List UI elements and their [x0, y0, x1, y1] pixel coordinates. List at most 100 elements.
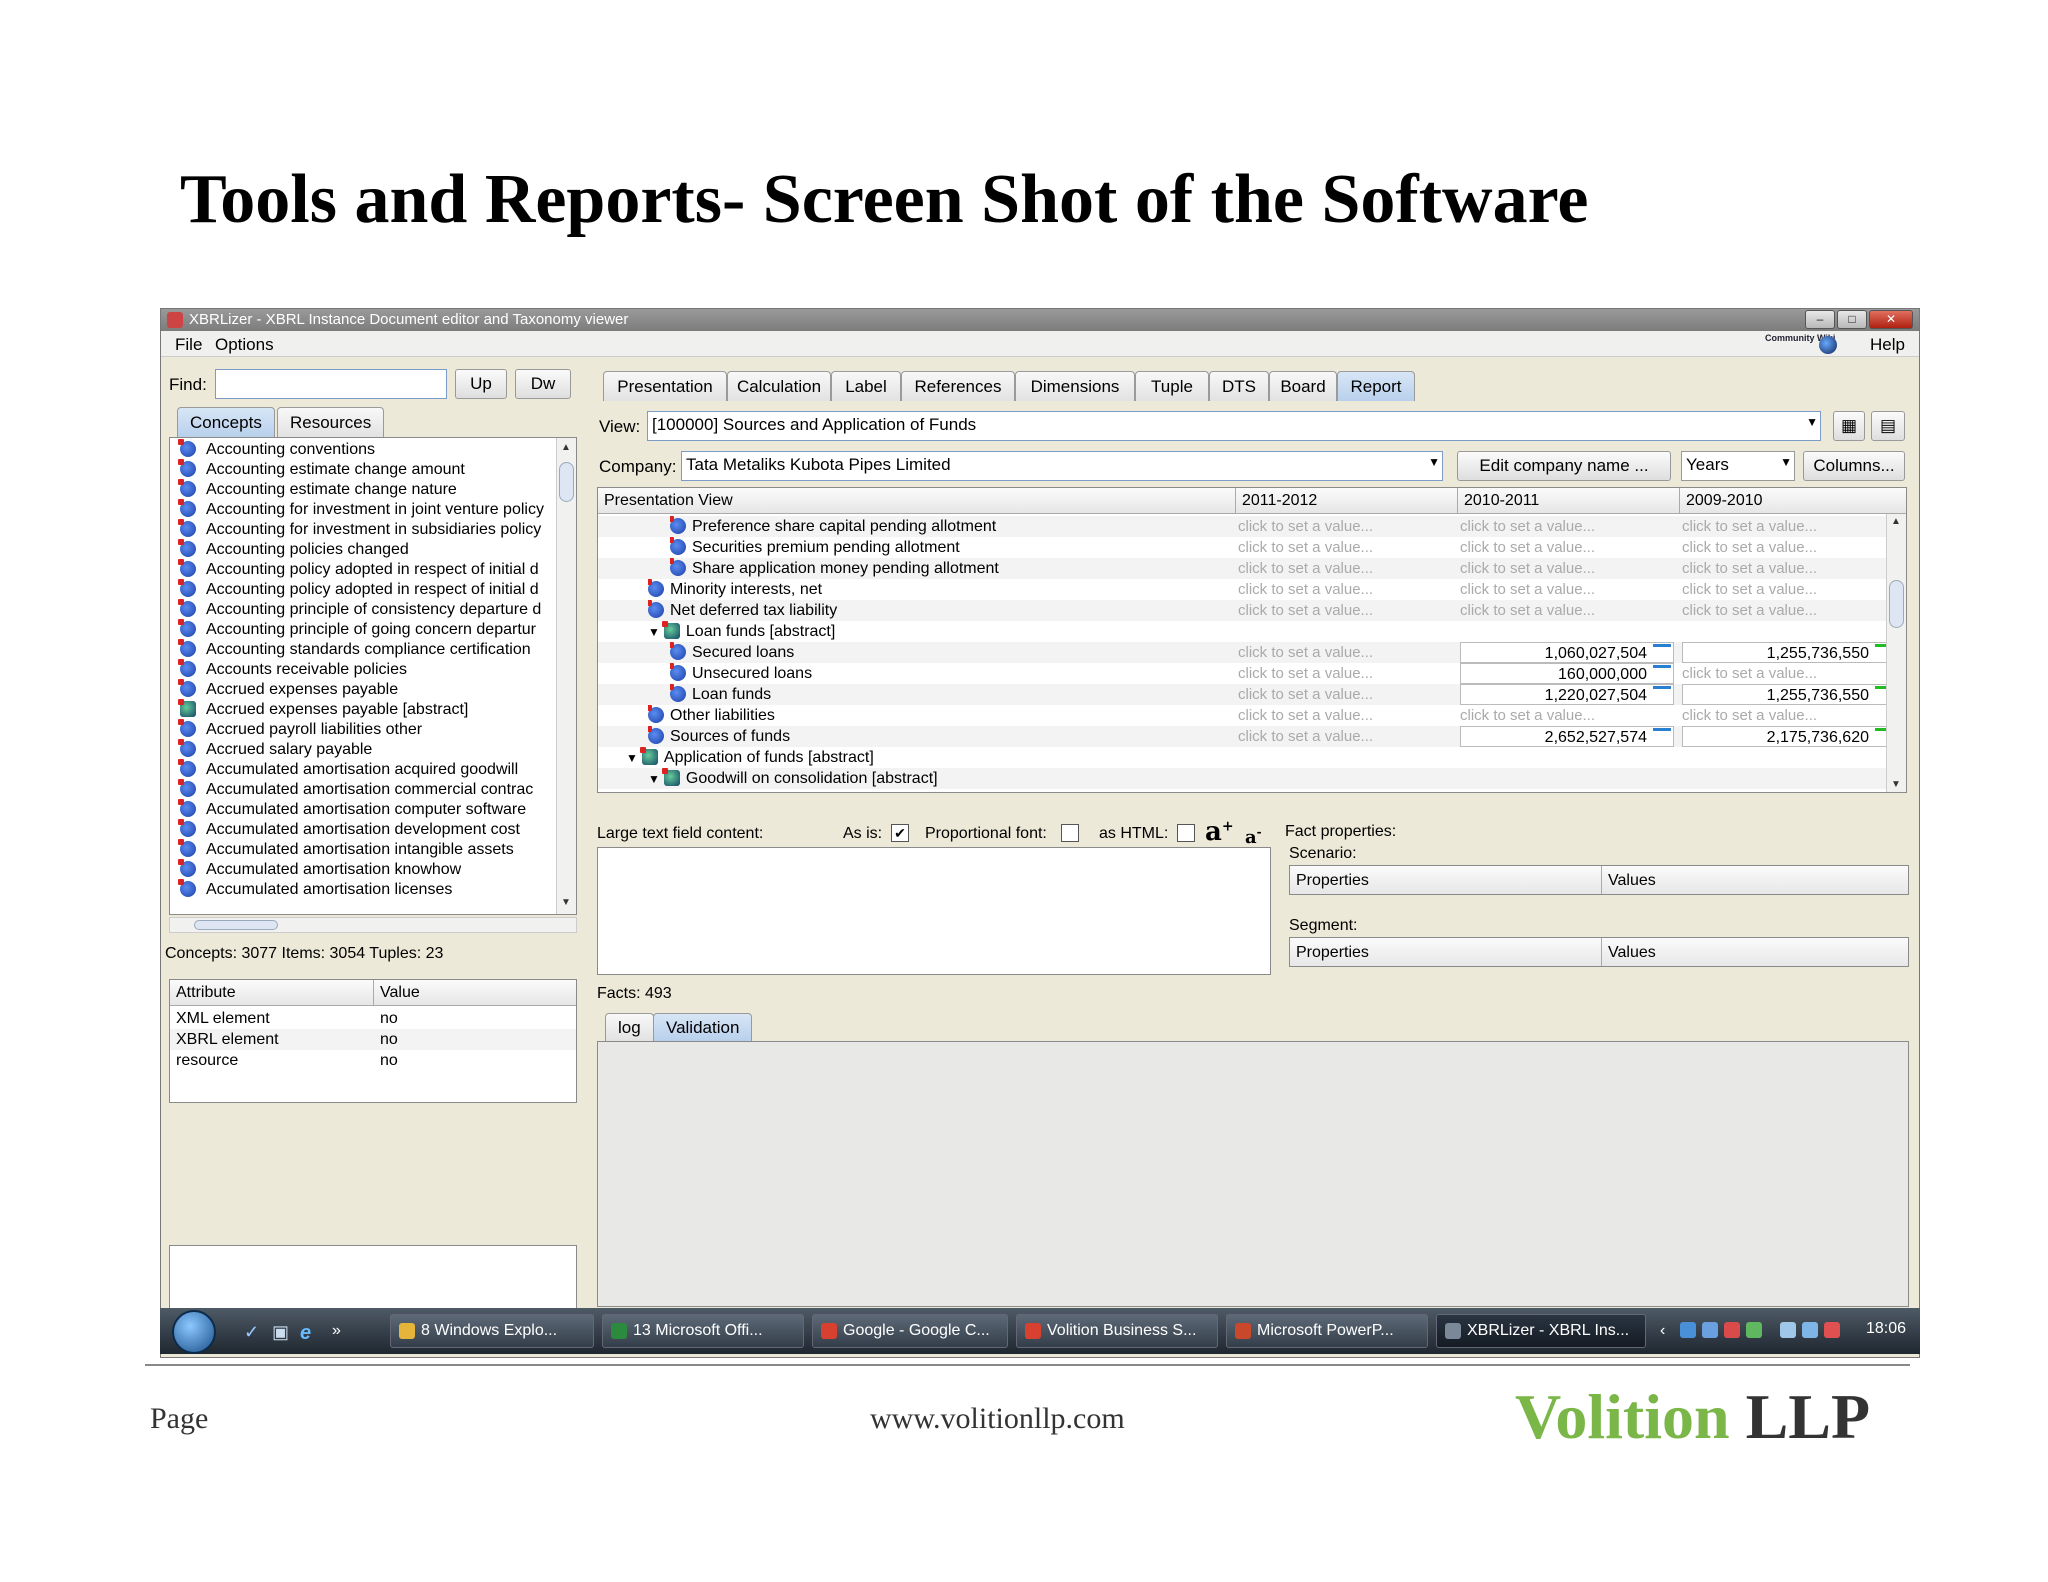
tray-update-icon[interactable]	[1702, 1322, 1718, 1338]
concept-item[interactable]: Accrued expenses payable [abstract]	[178, 699, 468, 720]
concept-item[interactable]: Accounting estimate change nature	[178, 479, 457, 500]
tray-battery-icon[interactable]	[1780, 1322, 1796, 1338]
concept-item[interactable]: Accounts receivable policies	[178, 659, 407, 680]
taskbar-item[interactable]: Microsoft PowerP...	[1226, 1314, 1428, 1348]
empty-value-cell[interactable]: click to set a value...	[1238, 537, 1452, 558]
report-grid[interactable]: Presentation View 2011-2012 2010-2011 20…	[597, 487, 1907, 793]
show-desktop-icon[interactable]: ✓	[244, 1322, 262, 1342]
chevron-down-icon[interactable]: ▼	[1806, 415, 1818, 429]
edit-company-button[interactable]: Edit company name ...	[1457, 451, 1671, 481]
empty-value-cell[interactable]: click to set a value...	[1682, 705, 1896, 726]
fact-value-cell[interactable]: 1,220,027,504	[1460, 684, 1674, 705]
notes-area[interactable]	[169, 1245, 577, 1309]
empty-value-cell[interactable]: click to set a value...	[1238, 642, 1452, 663]
fact-detail-icon[interactable]	[1653, 728, 1671, 744]
empty-value-cell[interactable]: click to set a value...	[1460, 600, 1674, 621]
table-row[interactable]: Sources of funds click to set a value... 2…	[598, 726, 1896, 747]
concept-item[interactable]: Accumulated amortisation computer softwa…	[178, 799, 526, 820]
attribute-row[interactable]: XML element no	[170, 1008, 576, 1029]
tab-label[interactable]: Label	[831, 371, 901, 401]
scroll-down-icon[interactable]: ▼	[561, 897, 571, 908]
community-wiki-button[interactable]: Community Wiki	[1765, 334, 1837, 354]
quick-launch-more-icon[interactable]: »	[332, 1322, 350, 1340]
clock[interactable]: 18:06	[1866, 1320, 1906, 1338]
scroll-thumb[interactable]	[559, 462, 574, 502]
empty-value-cell[interactable]: click to set a value...	[1238, 516, 1452, 537]
empty-value-cell[interactable]: click to set a value...	[1682, 663, 1896, 684]
scroll-down-icon[interactable]: ▼	[1891, 779, 1901, 790]
decrease-font-icon[interactable]: a-	[1245, 825, 1262, 848]
concept-item[interactable]: Accounting principle of consistency depa…	[178, 599, 541, 620]
menu-options[interactable]: Options	[215, 335, 274, 355]
as-is-checkbox[interactable]: ✔	[891, 824, 909, 842]
empty-value-cell[interactable]: click to set a value...	[1460, 516, 1674, 537]
concept-item[interactable]: Accounting policy adopted in respect of …	[178, 559, 539, 580]
tab-log[interactable]: log	[605, 1013, 654, 1041]
table-row[interactable]: Preference share capital pending allotme…	[598, 516, 1888, 537]
table-row[interactable]: ▼ Goodwill on consolidation [abstract]	[598, 768, 1888, 789]
hscroll-thumb[interactable]	[194, 920, 278, 930]
concept-item[interactable]: Accounting standards compliance certific…	[178, 639, 531, 660]
fact-detail-icon[interactable]	[1653, 686, 1671, 702]
table-row[interactable]: Share application money pending allotmen…	[598, 558, 1888, 579]
down-button[interactable]: Dw	[515, 369, 571, 399]
empty-value-cell[interactable]: click to set a value...	[1460, 537, 1674, 558]
empty-value-cell[interactable]: click to set a value...	[1238, 663, 1452, 684]
tab-concepts[interactable]: Concepts	[177, 407, 275, 437]
tray-shield-icon[interactable]	[1746, 1322, 1762, 1338]
empty-value-cell[interactable]: click to set a value...	[1238, 558, 1452, 579]
tray-volume-icon[interactable]	[1824, 1322, 1840, 1338]
expand-toggle-icon[interactable]: ▼	[648, 769, 660, 789]
empty-value-cell[interactable]: click to set a value...	[1682, 537, 1896, 558]
tab-tuple[interactable]: Tuple	[1135, 371, 1209, 401]
tray-security-icon[interactable]	[1724, 1322, 1740, 1338]
concept-item[interactable]: Accounting policies changed	[178, 539, 409, 560]
attribute-row[interactable]: resource no	[170, 1050, 576, 1071]
tab-presentation[interactable]: Presentation	[603, 371, 727, 401]
tab-dts[interactable]: DTS	[1209, 371, 1269, 401]
find-input[interactable]	[215, 369, 447, 399]
concept-item[interactable]: Accumulated amortisation commercial cont…	[178, 779, 533, 800]
attribute-row[interactable]: XBRL element no	[170, 1029, 576, 1050]
chevron-down-icon[interactable]: ▼	[1428, 455, 1440, 469]
concept-item[interactable]: Accounting estimate change amount	[178, 459, 465, 480]
internet-explorer-icon[interactable]: e	[300, 1322, 318, 1344]
large-text-area[interactable]	[597, 847, 1271, 975]
grid-view-icon[interactable]: ▦	[1833, 411, 1865, 441]
columns-button[interactable]: Columns...	[1803, 451, 1905, 481]
empty-value-cell[interactable]: click to set a value...	[1682, 600, 1896, 621]
taskbar-item[interactable]: Google - Google C...	[812, 1314, 1008, 1348]
period-select[interactable]: Years ▼	[1681, 451, 1795, 481]
tab-board[interactable]: Board	[1269, 371, 1337, 401]
table-row[interactable]: Loan funds click to set a value... 1,220,0…	[598, 684, 1896, 705]
concept-item[interactable]: Accumulated amortisation acquired goodwi…	[178, 759, 518, 780]
menu-help[interactable]: Help	[1870, 335, 1905, 355]
concept-list-hscrollbar[interactable]	[169, 917, 577, 933]
expand-toggle-icon[interactable]: ▼	[648, 622, 660, 642]
empty-value-cell[interactable]: click to set a value...	[1682, 579, 1896, 600]
empty-value-cell[interactable]: click to set a value...	[1682, 516, 1896, 537]
concept-item[interactable]: Accounting for investment in subsidiarie…	[178, 519, 541, 540]
empty-value-cell[interactable]: click to set a value...	[1238, 684, 1452, 705]
switch-windows-icon[interactable]: ▣	[272, 1322, 290, 1342]
tray-network-icon[interactable]	[1680, 1322, 1696, 1338]
table-row[interactable]: Net deferred tax liability click to set a…	[598, 600, 1888, 621]
scroll-up-icon[interactable]: ▲	[561, 442, 571, 453]
table-row[interactable]: Unsecured loans click to set a value... 16…	[598, 663, 1888, 684]
concept-list-scrollbar[interactable]: ▲ ▼	[556, 438, 576, 914]
increase-font-icon[interactable]: a+	[1205, 817, 1234, 847]
table-row[interactable]: Minority interests, net click to set a va…	[598, 579, 1888, 600]
empty-value-cell[interactable]: click to set a value...	[1682, 558, 1896, 579]
start-button[interactable]	[172, 1310, 216, 1354]
view-select[interactable]: [100000] Sources and Application of Fund…	[647, 411, 1821, 441]
grid-scrollbar[interactable]: ▲ ▼	[1886, 514, 1906, 792]
proportional-font-checkbox[interactable]	[1061, 824, 1079, 842]
table-row[interactable]: Securities premium pending allotment clic…	[598, 537, 1888, 558]
tab-report[interactable]: Report	[1337, 371, 1415, 401]
concept-list[interactable]: ▲ ▼ Accounting conventions Accounting est…	[169, 437, 577, 915]
tab-calculation[interactable]: Calculation	[727, 371, 831, 401]
company-select[interactable]: Tata Metaliks Kubota Pipes Limited ▼	[681, 451, 1443, 481]
minimize-icon[interactable]: –	[1805, 310, 1835, 329]
taskbar-item[interactable]: 13 Microsoft Offi...	[602, 1314, 804, 1348]
table-row[interactable]: ▼ Application of funds [abstract]	[598, 747, 1888, 768]
